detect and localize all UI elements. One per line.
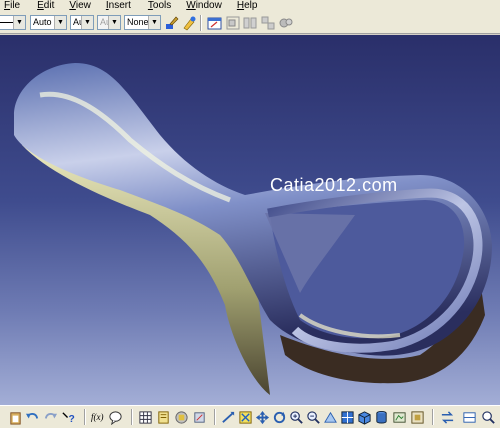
chevron-down-icon: ▼ — [54, 16, 66, 29]
toolbar-separator — [131, 409, 133, 425]
measure-icon[interactable] — [192, 410, 207, 425]
comment-icon[interactable] — [108, 410, 123, 425]
shading-icon[interactable] — [374, 410, 389, 425]
sketch-icon[interactable] — [207, 15, 223, 31]
layer-combo[interactable]: None ▼ — [124, 15, 161, 30]
paint-icon[interactable] — [164, 15, 180, 31]
undo-icon[interactable] — [25, 410, 40, 425]
multi-view-icon[interactable] — [340, 410, 355, 425]
menu-edit-label: dit — [43, 0, 55, 11]
line-sample — [0, 22, 13, 23]
menu-help[interactable]: Help — [233, 0, 263, 12]
menu-window-hotkey: W — [186, 0, 196, 11]
fit-all-icon[interactable] — [238, 410, 253, 425]
knowledge-icon[interactable] — [174, 410, 189, 425]
zoom-out-icon[interactable] — [306, 410, 321, 425]
menu-tools[interactable]: Tools — [144, 0, 176, 12]
menu-insert-label: nsert — [108, 0, 131, 11]
svg-text:?: ? — [69, 414, 75, 425]
menu-edit-hotkey: E — [37, 0, 44, 11]
redo-icon[interactable] — [43, 410, 58, 425]
swap-icon[interactable] — [440, 410, 455, 425]
pan-icon[interactable] — [255, 410, 270, 425]
iso-view-icon[interactable] — [357, 410, 372, 425]
menu-view-label: iew — [75, 0, 91, 11]
chevron-down-icon: ▼ — [13, 16, 25, 29]
menu-window[interactable]: Window — [182, 0, 227, 12]
3d-viewport[interactable]: Catia2012.com — [0, 35, 500, 405]
magnifier-icon[interactable] — [481, 410, 496, 425]
toolbar-separator — [200, 15, 202, 31]
part-icon[interactable] — [225, 15, 241, 31]
menu-file[interactable]: File — [0, 0, 25, 12]
menu-edit[interactable]: Edit — [33, 0, 59, 12]
menu-bar: File Edit View Insert Tools Window Help — [0, 0, 500, 12]
zoom-in-icon[interactable] — [289, 410, 304, 425]
line-style-combo[interactable]: ▼ — [0, 15, 26, 30]
color-combo[interactable]: Auto ▼ — [30, 15, 67, 30]
chevron-down-icon: ▼ — [81, 16, 93, 29]
paste-icon[interactable] — [8, 410, 23, 425]
assembly-icon[interactable] — [260, 15, 276, 31]
help-icon[interactable]: ? — [61, 410, 76, 425]
bottle-opener-model[interactable] — [0, 35, 500, 405]
chevron-down-icon: ▼ — [108, 16, 120, 29]
watermark-text: Catia2012.com — [270, 175, 398, 195]
menu-window-label: indow — [195, 0, 222, 11]
toolbar-separator — [432, 409, 434, 425]
color-combo-value: Auto — [33, 17, 52, 27]
menu-help-hotkey: H — [236, 0, 245, 11]
menu-view[interactable]: View — [65, 0, 96, 12]
menu-insert[interactable]: Insert — [102, 0, 136, 12]
normal-view-icon[interactable] — [323, 410, 338, 425]
tools-icon[interactable] — [278, 15, 294, 31]
toolbar-separator — [84, 409, 86, 425]
formula-icon[interactable]: f(x) — [91, 412, 104, 422]
layer-combo-value: None — [127, 17, 149, 27]
hide-show-icon[interactable] — [392, 410, 407, 425]
analysis-icon[interactable] — [242, 15, 258, 31]
menu-file-label: ile — [10, 0, 21, 11]
bottom-toolbar: ? f(x) — [0, 405, 500, 428]
fly-mode-icon[interactable] — [221, 410, 236, 425]
table-icon[interactable] — [138, 410, 153, 425]
linetype-combo[interactable]: Aut ▼ — [97, 15, 121, 30]
thickness-combo[interactable]: Aut ▼ — [70, 15, 94, 30]
menu-tools-label: ools — [152, 0, 172, 11]
apply-material-icon[interactable] — [462, 410, 477, 425]
chevron-down-icon: ▼ — [148, 16, 160, 29]
toolbar-separator — [214, 409, 216, 425]
swap-visible-space-icon[interactable] — [410, 410, 425, 425]
graphic-properties-toolbar: ▼ Auto ▼ Aut ▼ Aut ▼ None ▼ — [0, 12, 500, 34]
menu-help-label: elp — [244, 0, 258, 11]
properties-icon[interactable] — [181, 15, 197, 31]
rotate-icon[interactable] — [272, 410, 287, 425]
catalog-icon[interactable] — [156, 410, 171, 425]
